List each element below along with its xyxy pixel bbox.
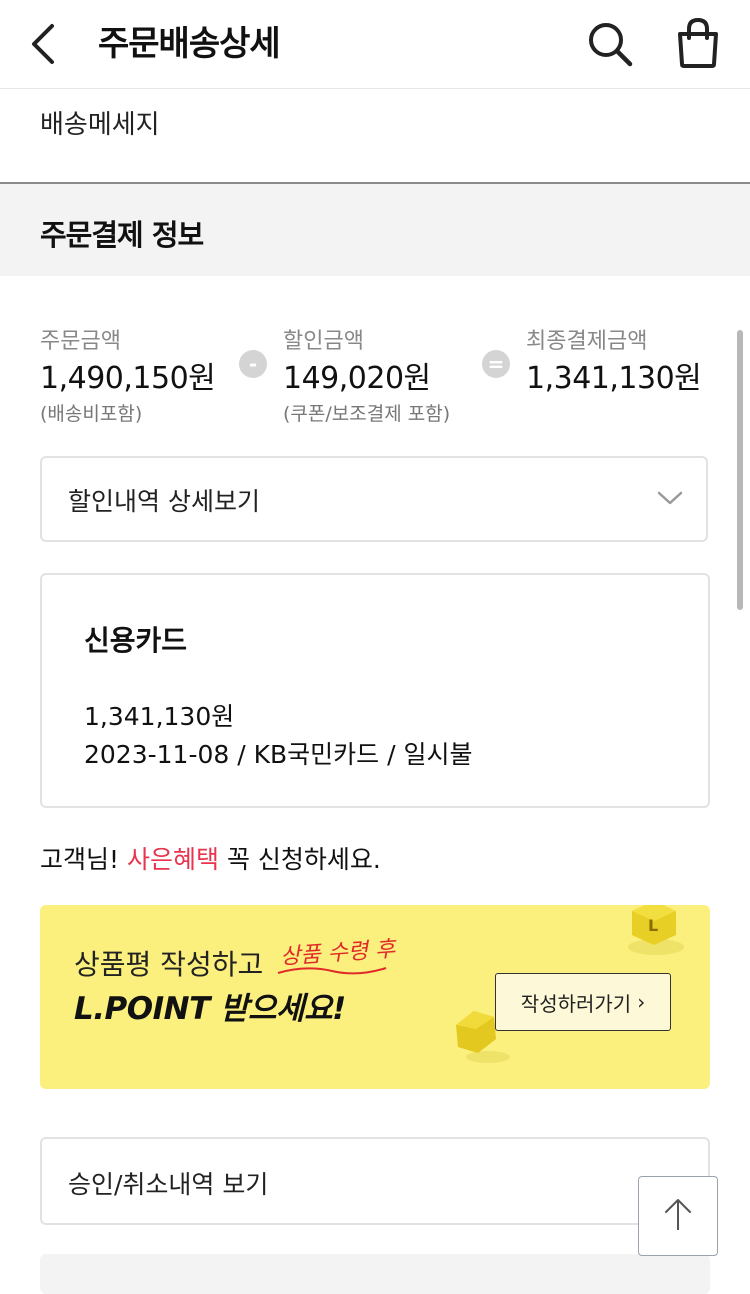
scrollbar[interactable] [737,330,743,610]
final-amount-label: 최종결제금액 [526,329,648,354]
section-title: 주문결제 정보 [40,218,204,252]
payment-detail: 2023-11-08 / KB국민카드 / 일시불 [84,740,473,769]
chevron-left-icon [32,24,54,64]
discount-detail-label: 할인내역 상세보기 [68,487,260,516]
page-title: 주문배송상세 [98,24,281,64]
coin-icon: L [628,905,684,955]
minus-icon: - [239,350,267,378]
chevron-down-icon [657,491,683,505]
banner-text-line2: L.POINT 받으세요! [74,991,346,1027]
discount-amount-value: 149,020원 [283,361,431,396]
order-amount: 주문금액 1,490,150원 (배송비포함) [40,326,216,428]
approval-history-toggle[interactable]: 승인/취소내역 보기 [40,1137,710,1225]
order-amount-value: 1,490,150원 [40,361,216,396]
payment-amount: 1,341,130원 [84,702,235,731]
delivery-message: 배송메세지 [40,110,160,140]
benefit-notice: 고객님! 사은혜택 꼭 신청하세요. [40,840,381,876]
discount-amount-note: (쿠폰/보조결제 포함) [283,403,451,425]
search-icon [589,23,633,67]
chevron-right-icon: › [637,990,646,1014]
cart-button[interactable] [672,16,724,70]
benefit-link[interactable]: 사은혜택 [127,845,219,874]
handwritten-underline [277,967,387,975]
equals-icon: = [482,350,510,378]
app-header: 주문배송상세 [0,0,750,89]
order-amount-note: (배송비포함) [40,403,143,425]
final-amount-value: 1,341,130원 [526,361,702,396]
discount-detail-toggle[interactable]: 할인내역 상세보기 [40,456,708,542]
payment-method: 신용카드 [84,624,188,657]
shopping-bag-icon [678,17,718,68]
next-section-placeholder [40,1254,710,1294]
arrow-up-icon [664,1198,691,1230]
benefit-prefix: 고객님! [40,845,127,874]
search-button[interactable] [584,18,636,70]
approval-history-label: 승인/취소내역 보기 [68,1170,269,1199]
banner-text-line1: 상품평 작성하고 [74,948,264,981]
payment-method-card: 신용카드 1,341,130원 2023-11-08 / KB국민카드 / 일시… [40,573,710,808]
review-promo-banner[interactable]: L 상품평 작성하고 상품 수령 후 L.POINT 받으세요! 작성하러가기 … [40,905,710,1089]
back-button[interactable] [26,20,66,68]
discount-amount: 할인금액 149,020원 (쿠폰/보조결제 포함) [283,326,450,428]
discount-amount-label: 할인금액 [283,329,364,354]
order-amount-label: 주문금액 [40,329,121,354]
benefit-suffix: 꼭 신청하세요. [219,845,381,874]
scroll-to-top-button[interactable] [638,1176,718,1256]
payment-info-header: 주문결제 정보 [0,184,750,276]
write-review-label: 작성하러가기 [520,991,632,1016]
final-amount: 최종결제금액 1,341,130원 [526,326,702,400]
svg-text:L: L [648,916,658,935]
write-review-button[interactable]: 작성하러가기 › [495,973,671,1031]
